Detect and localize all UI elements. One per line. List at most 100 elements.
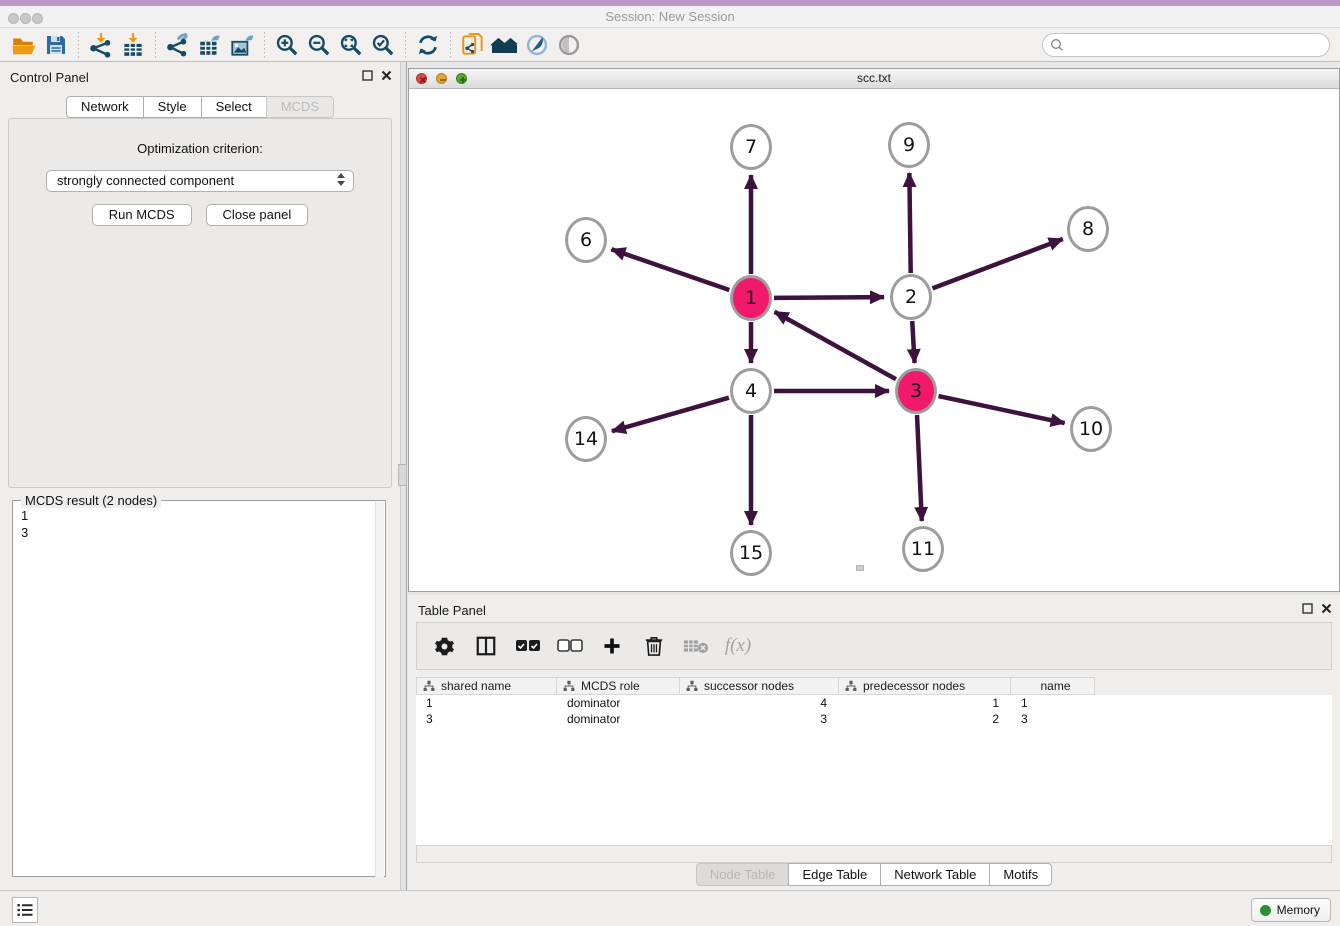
- refresh-layout-button[interactable]: [412, 31, 444, 59]
- zoom-fit-button[interactable]: [335, 31, 367, 59]
- zoom-fit-icon: [338, 32, 364, 58]
- export-image-button[interactable]: [226, 31, 258, 59]
- network-zoom-button[interactable]: [456, 73, 467, 84]
- node-2[interactable]: 2: [890, 274, 932, 320]
- table-horizontal-scrollbar[interactable]: [416, 845, 1332, 863]
- memory-button[interactable]: Memory: [1251, 898, 1331, 922]
- edge-4-14[interactable]: [612, 398, 729, 431]
- node-14[interactable]: 14: [565, 416, 607, 462]
- export-network-button[interactable]: [162, 31, 194, 59]
- cell-shared-name[interactable]: 3: [416, 711, 557, 727]
- table-row[interactable]: 3 dominator 3 2 3: [416, 711, 1095, 727]
- node-4[interactable]: 4: [730, 368, 772, 414]
- cell-mcds-role[interactable]: dominator: [557, 695, 680, 711]
- home-button[interactable]: [489, 31, 521, 59]
- cell-shared-name[interactable]: 1: [416, 695, 557, 711]
- close-panel-button[interactable]: Close panel: [206, 204, 309, 226]
- close-panel-icon[interactable]: [381, 70, 392, 81]
- table-row[interactable]: 1 dominator 4 1 1: [416, 695, 1095, 711]
- column-header-predecessor-nodes[interactable]: predecessor nodes: [839, 677, 1011, 695]
- status-bar: Memory: [0, 890, 1340, 926]
- node-11[interactable]: 11: [902, 526, 944, 572]
- node-1[interactable]: 1: [730, 275, 772, 321]
- import-table-icon: [120, 32, 146, 58]
- import-table-button[interactable]: [117, 31, 149, 59]
- delete-table-button[interactable]: [683, 633, 709, 659]
- result-line: 1: [21, 507, 377, 524]
- import-network-button[interactable]: [85, 31, 117, 59]
- tab-node-table[interactable]: Node Table: [696, 863, 789, 886]
- column-label: MCDS role: [581, 679, 640, 693]
- hide-panel-button[interactable]: [553, 31, 585, 59]
- float-panel-icon[interactable]: [362, 70, 373, 81]
- tab-select[interactable]: Select: [201, 96, 266, 118]
- tab-motifs[interactable]: Motifs: [989, 863, 1052, 886]
- cell-successor-nodes[interactable]: 3: [680, 711, 839, 727]
- node-9[interactable]: 9: [888, 122, 930, 168]
- apply-function-button[interactable]: f(x): [725, 633, 751, 659]
- zoom-selected-button[interactable]: [367, 31, 399, 59]
- delete-column-button[interactable]: [641, 633, 667, 659]
- tab-style[interactable]: Style: [143, 96, 201, 118]
- tab-network-table[interactable]: Network Table: [880, 863, 989, 886]
- maximize-window-button[interactable]: [32, 13, 43, 24]
- close-window-button[interactable]: [8, 13, 19, 24]
- search-input[interactable]: [1042, 33, 1330, 57]
- edge-1-2[interactable]: [774, 297, 884, 298]
- style-preview-button[interactable]: [521, 31, 553, 59]
- deselect-all-columns-button[interactable]: [557, 633, 583, 659]
- node-15[interactable]: 15: [730, 530, 772, 576]
- column-header-successor-nodes[interactable]: successor nodes: [680, 677, 839, 695]
- minimize-window-button[interactable]: [20, 13, 31, 24]
- tab-mcds[interactable]: MCDS: [266, 96, 334, 118]
- column-header-name[interactable]: name: [1011, 677, 1095, 695]
- home-icon: [491, 32, 519, 58]
- export-table-button[interactable]: [194, 31, 226, 59]
- edge-1-6[interactable]: [611, 249, 729, 290]
- float-panel-icon[interactable]: [1302, 603, 1313, 614]
- column-settings-button[interactable]: [431, 633, 457, 659]
- cell-name[interactable]: 3: [1011, 711, 1095, 727]
- canvas-resize-handle[interactable]: [856, 565, 864, 571]
- zoom-out-button[interactable]: [303, 31, 335, 59]
- network-close-button[interactable]: [416, 73, 427, 84]
- cell-name[interactable]: 1: [1011, 695, 1095, 711]
- create-column-button[interactable]: [599, 633, 625, 659]
- zoom-in-button[interactable]: [271, 31, 303, 59]
- result-scrollbar[interactable]: [375, 502, 384, 877]
- edge-3-11[interactable]: [917, 415, 922, 521]
- edge-3-1[interactable]: [775, 312, 896, 379]
- column-header-shared-name[interactable]: shared name: [416, 677, 557, 695]
- cell-successor-nodes[interactable]: 4: [680, 695, 839, 711]
- network-minimize-button[interactable]: [436, 73, 447, 84]
- node-10[interactable]: 10: [1070, 406, 1112, 452]
- panel-splitter-handle[interactable]: [398, 464, 407, 486]
- network-window-titlebar[interactable]: scc.txt: [409, 69, 1339, 89]
- node-8[interactable]: 8: [1067, 206, 1109, 252]
- save-session-button[interactable]: [40, 31, 72, 59]
- run-mcds-button[interactable]: Run MCDS: [92, 204, 192, 226]
- import-network-icon: [88, 32, 114, 58]
- open-session-button[interactable]: [8, 31, 40, 59]
- tab-network[interactable]: Network: [66, 96, 143, 118]
- tab-edge-table[interactable]: Edge Table: [788, 863, 880, 886]
- edge-2-9[interactable]: [909, 173, 910, 273]
- node-7[interactable]: 7: [730, 124, 772, 170]
- node-6[interactable]: 6: [565, 217, 607, 263]
- criterion-select[interactable]: strongly connected component: [46, 170, 354, 192]
- cell-predecessor-nodes[interactable]: 1: [839, 695, 1011, 711]
- network-documents-button[interactable]: [457, 31, 489, 59]
- close-panel-icon[interactable]: [1321, 603, 1332, 614]
- select-all-columns-button[interactable]: [515, 633, 541, 659]
- show-columns-button[interactable]: [473, 633, 499, 659]
- cell-predecessor-nodes[interactable]: 2: [839, 711, 1011, 727]
- edge-2-3[interactable]: [912, 321, 914, 363]
- cell-mcds-role[interactable]: dominator: [557, 711, 680, 727]
- node-3[interactable]: 3: [895, 368, 937, 414]
- edge-3-10[interactable]: [938, 396, 1064, 423]
- network-canvas[interactable]: 7 9 6 8 1 2 4 3 14 10 15 11: [409, 89, 1339, 591]
- show-log-button[interactable]: [12, 897, 38, 923]
- column-type-icon: [845, 680, 857, 692]
- column-header-mcds-role[interactable]: MCDS role: [557, 677, 680, 695]
- edge-2-8[interactable]: [932, 239, 1062, 288]
